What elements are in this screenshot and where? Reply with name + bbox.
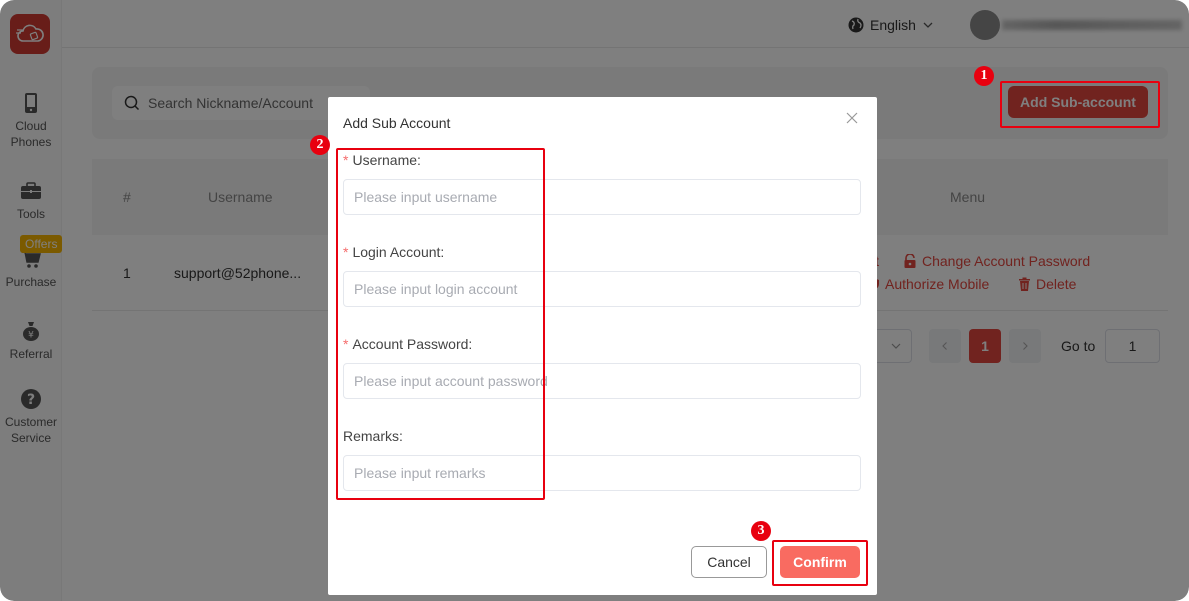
remarks-label: Remarks:	[343, 428, 403, 444]
login-account-label: * Login Account:	[343, 244, 445, 260]
cancel-button[interactable]: Cancel	[691, 546, 767, 578]
app-window: Cloud Phones Tools Purchase Offers ¥ Ref…	[0, 0, 1189, 601]
dialog-title: Add Sub Account	[343, 115, 451, 131]
account-password-label: * Account Password:	[343, 336, 473, 352]
username-input[interactable]	[343, 179, 861, 215]
username-label: * Username:	[343, 152, 421, 168]
account-password-input[interactable]	[343, 363, 861, 399]
annotation-badge-step3: 3	[751, 521, 771, 541]
annotation-badge-step1: 1	[974, 66, 994, 86]
remarks-input[interactable]	[343, 455, 861, 491]
add-sub-account-dialog: Add Sub Account *Username: *Login Accoun…	[328, 97, 877, 595]
confirm-button[interactable]: Confirm	[780, 546, 860, 578]
login-account-input[interactable]	[343, 271, 861, 307]
close-icon[interactable]	[845, 111, 859, 125]
annotation-badge-step2: 2	[310, 135, 330, 155]
